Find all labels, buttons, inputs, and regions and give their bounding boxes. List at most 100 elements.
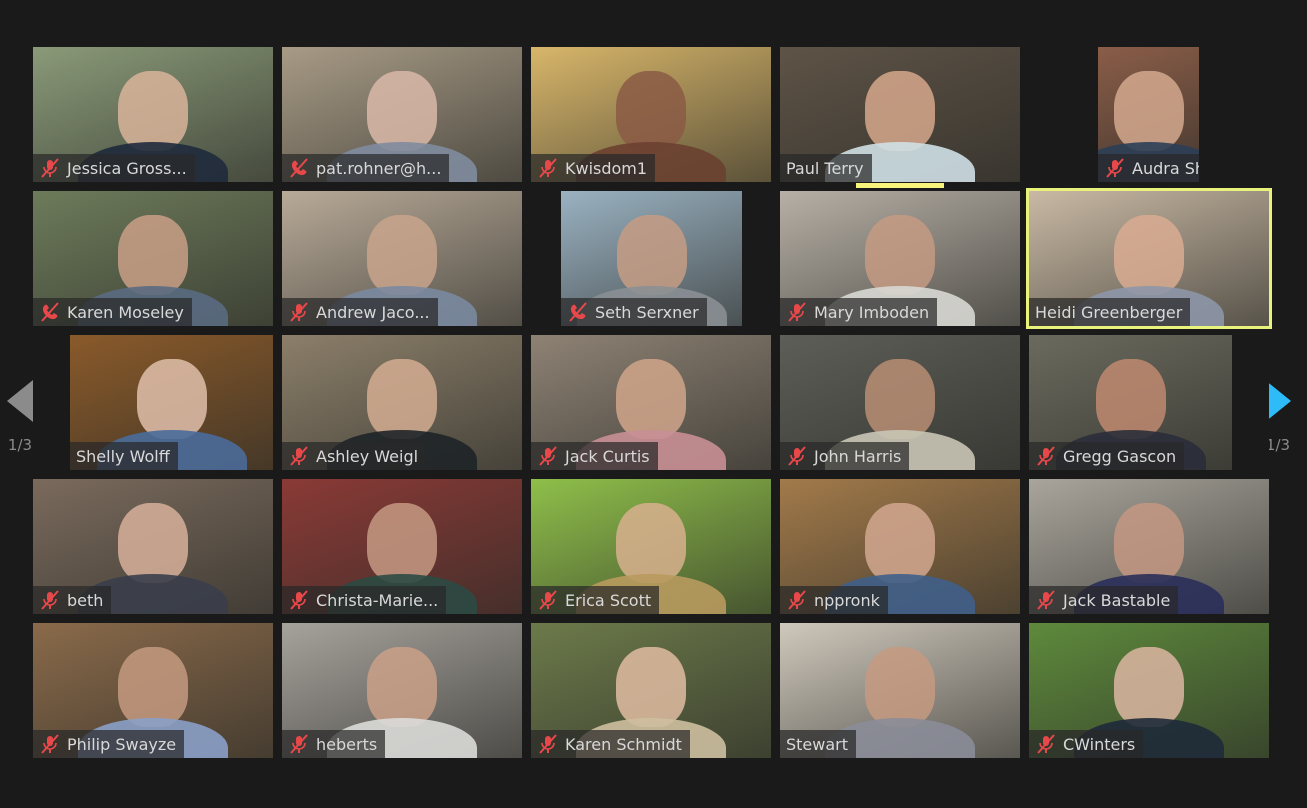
- participant-tile[interactable]: Philip Swayze: [33, 623, 273, 758]
- participant-video: Jack Curtis: [531, 335, 771, 470]
- participant-video: Karen Schmidt: [531, 623, 771, 758]
- participant-face: [865, 359, 935, 440]
- participant-name: Shelly Wolff: [76, 446, 170, 466]
- participant-name-label: Jessica Gross...: [33, 154, 195, 182]
- participant-name-label: John Harris: [780, 442, 910, 470]
- participant-name: Heidi Greenberger: [1035, 302, 1183, 322]
- participant-tile[interactable]: Paul Terry: [780, 47, 1020, 188]
- participant-tile[interactable]: Andrew Jaco...: [282, 191, 522, 326]
- participant-tile[interactable]: Ashley Weigl: [282, 335, 522, 470]
- participant-face: [616, 71, 686, 152]
- mic-muted-icon: [786, 589, 808, 611]
- participant-name-label: heberts: [282, 730, 386, 758]
- gallery-grid: Jessica Gross... pat.rohner@h... Kwisdom1 P…: [33, 47, 1272, 758]
- participant-tile[interactable]: John Harris: [780, 335, 1020, 470]
- participant-face: [118, 71, 188, 152]
- participant-video: nppronk: [780, 479, 1020, 614]
- participant-name: John Harris: [814, 446, 902, 466]
- participant-video: CWinters: [1029, 623, 1269, 758]
- participant-tile[interactable]: Jessica Gross...: [33, 47, 273, 182]
- participant-video: Paul Terry: [780, 47, 1020, 182]
- participant-video: pat.rohner@h...: [282, 47, 522, 182]
- participant-face: [616, 359, 686, 440]
- participant-tile[interactable]: Heidi Greenberger: [1026, 188, 1272, 329]
- mic-muted-icon: [1035, 589, 1057, 611]
- participant-name: Kwisdom1: [565, 158, 648, 178]
- participant-video: Heidi Greenberger: [1029, 191, 1269, 326]
- mic-muted-icon: [1035, 445, 1057, 467]
- participant-tile[interactable]: Gregg Gascon: [1029, 335, 1269, 470]
- participant-name-label: Ashley Weigl: [282, 442, 427, 470]
- participant-face: [616, 647, 686, 728]
- participant-tile[interactable]: Stewart: [780, 623, 1020, 758]
- participant-tile[interactable]: Erica Scott: [531, 479, 771, 614]
- mic-muted-icon: [39, 733, 61, 755]
- participant-name: Jessica Gross...: [67, 158, 187, 178]
- participant-video: Shelly Wolff: [70, 335, 273, 470]
- participant-tile[interactable]: Jack Bastable: [1029, 479, 1269, 614]
- participant-tile[interactable]: Kwisdom1: [531, 47, 771, 182]
- participant-name-label: Mary Imboden: [780, 298, 938, 326]
- participant-name-label: Seth Serxner: [561, 298, 707, 326]
- participant-name: Gregg Gascon: [1063, 446, 1177, 466]
- participant-face: [865, 215, 935, 296]
- participant-face: [367, 215, 437, 296]
- participant-name: Erica Scott: [565, 590, 652, 610]
- participant-name: Jack Bastable: [1063, 590, 1171, 610]
- participant-tile[interactable]: Audra Shane...: [1029, 47, 1269, 182]
- participant-name-label: Shelly Wolff: [70, 442, 178, 470]
- participant-video: Christa-Marie...: [282, 479, 522, 614]
- participant-tile[interactable]: nppronk: [780, 479, 1020, 614]
- participant-video: Karen Moseley: [33, 191, 273, 326]
- participant-name-label: Andrew Jaco...: [282, 298, 438, 326]
- participant-name-label: Philip Swayze: [33, 730, 185, 758]
- participant-tile[interactable]: Christa-Marie...: [282, 479, 522, 614]
- participant-tile[interactable]: heberts: [282, 623, 522, 758]
- participant-name: Christa-Marie...: [316, 590, 439, 610]
- participant-name: Mary Imboden: [814, 302, 930, 322]
- participant-video: Stewart: [780, 623, 1020, 758]
- participant-tile[interactable]: Mary Imboden: [780, 191, 1020, 326]
- participant-name-label: Karen Schmidt: [531, 730, 690, 758]
- mic-muted-icon: [537, 445, 559, 467]
- mic-muted-icon: [288, 445, 310, 467]
- participant-name: Karen Moseley: [67, 302, 184, 322]
- participant-video: Gregg Gascon: [1029, 335, 1232, 470]
- participant-name-label: Kwisdom1: [531, 154, 656, 182]
- mic-muted-icon: [1104, 157, 1126, 179]
- participant-tile[interactable]: Shelly Wolff: [33, 335, 273, 470]
- chevron-left-icon[interactable]: [7, 380, 33, 422]
- participant-video: beth: [33, 479, 273, 614]
- participant-name: CWinters: [1063, 734, 1136, 754]
- participant-face: [1113, 71, 1184, 152]
- participant-name: Stewart: [786, 734, 849, 754]
- participant-face: [1114, 503, 1184, 584]
- participant-video: Mary Imboden: [780, 191, 1020, 326]
- participant-face: [367, 71, 437, 152]
- mic-muted-icon: [288, 589, 310, 611]
- participant-tile[interactable]: Jack Curtis: [531, 335, 771, 470]
- participant-tile[interactable]: Karen Moseley: [33, 191, 273, 326]
- participant-tile[interactable]: Karen Schmidt: [531, 623, 771, 758]
- participant-video: Audra Shane...: [1098, 47, 1199, 182]
- participant-video: Philip Swayze: [33, 623, 273, 758]
- phone-muted-icon: [39, 301, 61, 323]
- participant-video: Ashley Weigl: [282, 335, 522, 470]
- participant-face: [136, 359, 207, 440]
- participant-tile[interactable]: pat.rohner@h...: [282, 47, 522, 182]
- participant-face: [367, 359, 437, 440]
- participant-name: pat.rohner@h...: [316, 158, 442, 178]
- participant-name: Andrew Jaco...: [316, 302, 430, 322]
- participant-name-label: Jack Bastable: [1029, 586, 1179, 614]
- speaking-indicator: [856, 183, 944, 188]
- participant-tile[interactable]: Seth Serxner: [531, 191, 771, 326]
- participant-name: Philip Swayze: [67, 734, 177, 754]
- participant-name-label: Stewart: [780, 730, 857, 758]
- participant-name: Jack Curtis: [565, 446, 650, 466]
- mic-muted-icon: [288, 301, 310, 323]
- participant-video: Erica Scott: [531, 479, 771, 614]
- participant-name: Audra Shane...: [1132, 158, 1199, 178]
- participant-tile[interactable]: beth: [33, 479, 273, 614]
- participant-name: Seth Serxner: [595, 302, 699, 322]
- participant-tile[interactable]: CWinters: [1029, 623, 1269, 758]
